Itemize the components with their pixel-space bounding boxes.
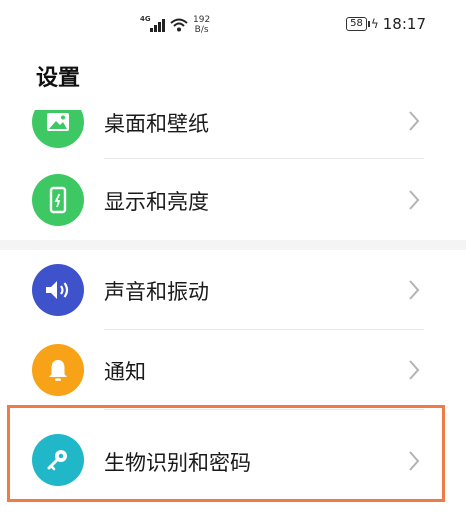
settings-item-label: 显示和亮度 [104, 190, 209, 214]
speed-unit: B/s [194, 25, 209, 35]
chevron-right-icon [409, 190, 420, 210]
clock: 18:17 [382, 15, 426, 33]
battery-icon: 58 [346, 17, 370, 31]
speed-value: 192 [193, 15, 211, 25]
cellular-signal-icon: 4G [140, 15, 165, 32]
speaker-icon [32, 264, 84, 316]
settings-item-display-brightness[interactable]: 显示和亮度 [0, 160, 466, 240]
display-brightness-icon [32, 174, 84, 226]
bell-icon [32, 344, 84, 396]
status-bar: 4G 192 B/s 58 ϟ 18:17 [0, 10, 466, 38]
settings-item-notifications[interactable]: 通知 [0, 330, 466, 410]
chevron-right-icon [409, 111, 420, 131]
section-separator [0, 240, 466, 250]
chevron-right-icon [409, 360, 420, 380]
settings-item-label: 桌面和壁纸 [104, 112, 209, 136]
charging-icon: ϟ [370, 17, 379, 31]
divider [104, 158, 424, 159]
status-right: 58 ϟ 18:17 [346, 15, 426, 33]
highlight-box [7, 405, 445, 502]
battery-level: 58 [350, 18, 363, 29]
settings-item-label: 通知 [104, 360, 146, 384]
settings-item-sound-vibration[interactable]: 声音和振动 [0, 250, 466, 330]
wifi-icon [170, 18, 188, 32]
network-type-label: 4G [140, 15, 151, 23]
status-left: 4G 192 B/s [140, 13, 210, 37]
chevron-right-icon [409, 280, 420, 300]
settings-item-label: 声音和振动 [104, 280, 209, 304]
network-speed: 192 B/s [193, 15, 210, 35]
